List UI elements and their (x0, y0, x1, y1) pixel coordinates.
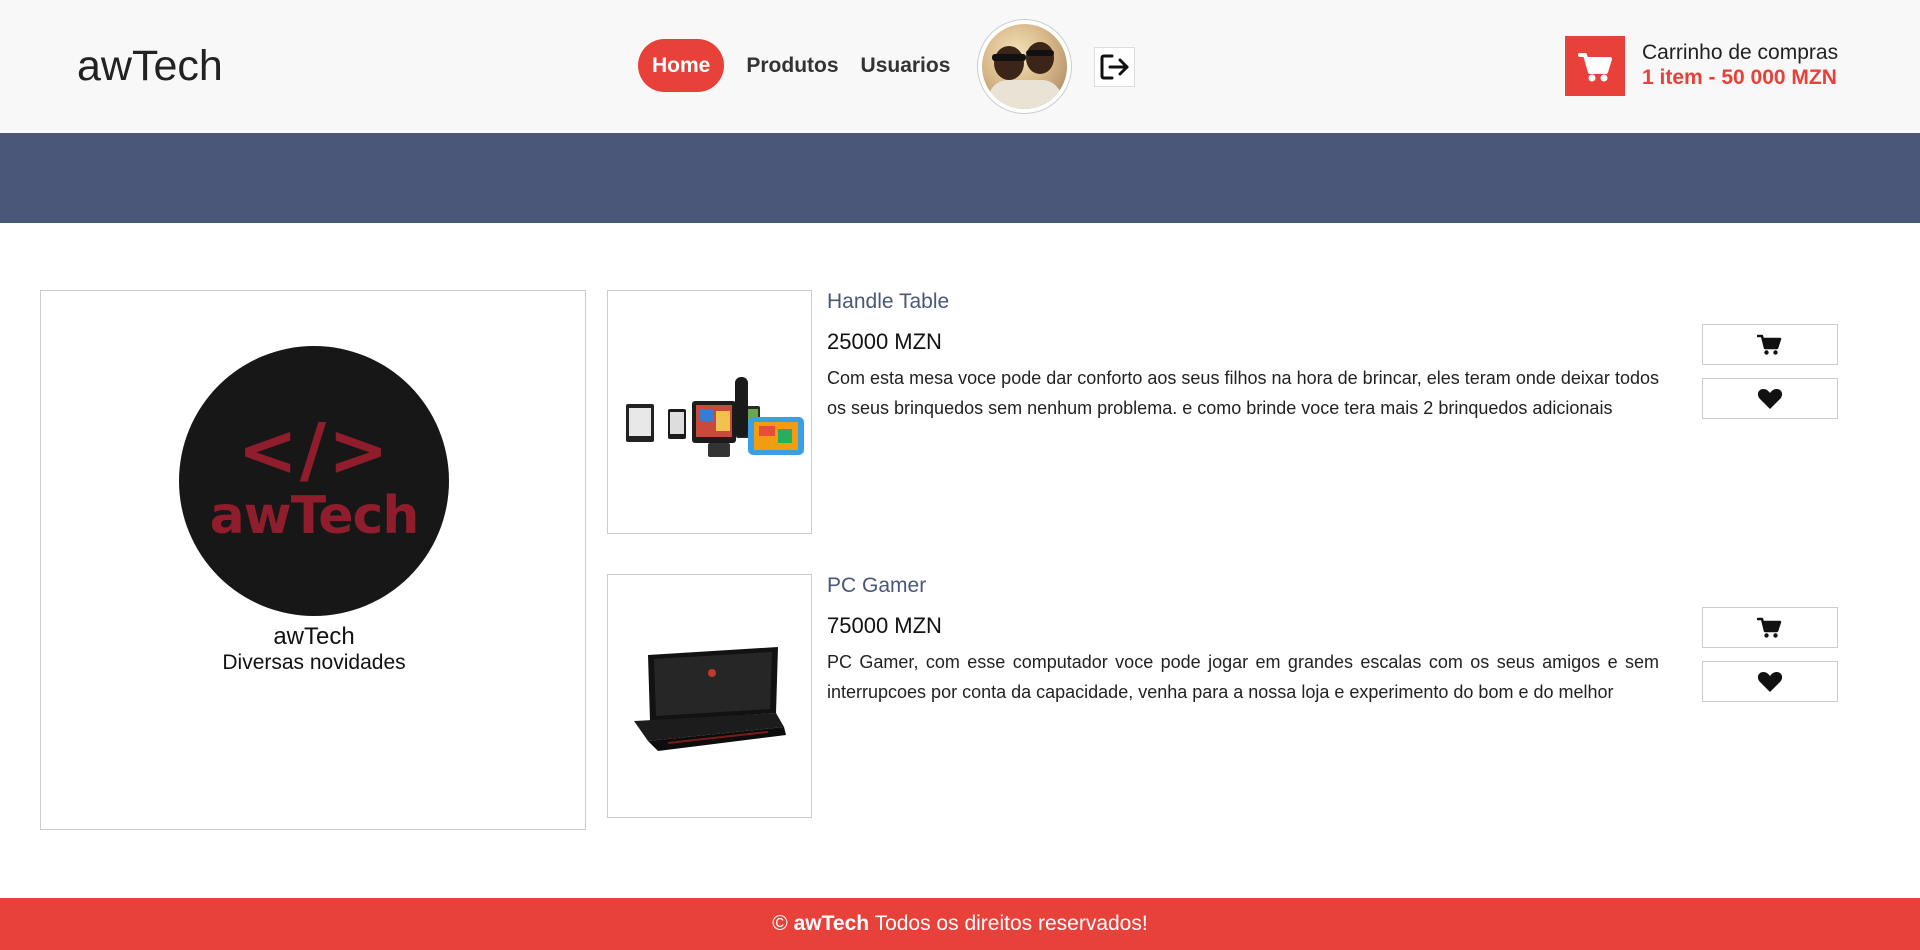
copyright-symbol: © (772, 912, 788, 935)
product-image[interactable] (607, 574, 812, 818)
product-image[interactable] (607, 290, 812, 534)
tablets-devices-image (626, 377, 804, 457)
add-to-favorites-button[interactable] (1702, 661, 1838, 702)
nav-products[interactable]: Produtos (746, 54, 838, 78)
gaming-laptop-image (634, 647, 786, 751)
store-name: awTech (273, 623, 355, 650)
cart-icon (1757, 617, 1782, 638)
shopping-cart-icon (1578, 53, 1612, 82)
brand-logo[interactable]: awTech (77, 42, 223, 91)
avatar-photo (982, 24, 1067, 109)
logo-wordmark: awTech (209, 486, 420, 546)
cart-button[interactable] (1565, 36, 1625, 96)
top-header: awTech Home Produtos Usuarios Carrinho d… (0, 0, 1920, 133)
store-card: </> awTech awTech Diversas novidades (40, 290, 586, 830)
store-tagline: Diversas novidades (222, 651, 406, 674)
nav-home[interactable]: Home (638, 39, 725, 92)
heart-icon (1757, 388, 1783, 409)
hero-banner (0, 133, 1920, 223)
product-name[interactable]: PC Gamer (827, 574, 926, 598)
page-footer: © awTech Todos os direitos reservados! (0, 898, 1920, 950)
main-nav: Home Produtos Usuarios (638, 39, 950, 92)
footer-text: Todos os direitos reservados! (874, 912, 1148, 935)
product-price: 75000 MZN (827, 613, 942, 638)
cart-summary[interactable]: 1 item - 50 000 MZN (1642, 66, 1837, 90)
user-avatar[interactable] (977, 19, 1072, 114)
logout-button[interactable] (1094, 47, 1135, 87)
product-item: PC Gamer 75000 MZN PC Gamer, com esse co… (607, 574, 1840, 818)
product-description: Com esta mesa voce pode dar conforto aos… (827, 368, 1659, 418)
cart-title[interactable]: Carrinho de compras (1642, 41, 1838, 65)
heart-icon (1757, 671, 1783, 692)
add-to-cart-button[interactable] (1702, 324, 1838, 365)
store-logo: </> awTech (179, 346, 449, 616)
nav-users[interactable]: Usuarios (861, 54, 951, 78)
add-to-favorites-button[interactable] (1702, 378, 1838, 419)
footer-brand: awTech (793, 912, 870, 935)
product-name[interactable]: Handle Table (827, 290, 949, 314)
product-description: PC Gamer, com esse computador voce pode … (827, 652, 1659, 702)
code-icon: </> (237, 408, 391, 492)
cart-icon (1757, 334, 1782, 355)
product-item: Handle Table 25000 MZN Com esta mesa voc… (607, 290, 1840, 534)
product-price: 25000 MZN (827, 329, 942, 354)
add-to-cart-button[interactable] (1702, 607, 1838, 648)
logout-icon (1100, 54, 1129, 80)
